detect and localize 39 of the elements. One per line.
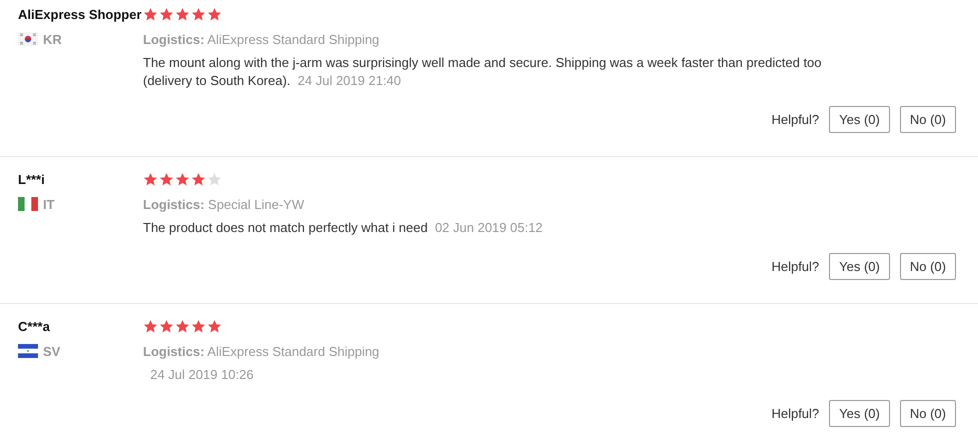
star-icon — [159, 319, 174, 334]
star-icon — [191, 172, 206, 187]
star-icon — [207, 172, 222, 187]
star-icon — [175, 172, 190, 187]
helpful-label: Helpful? — [771, 406, 820, 421]
star-icon — [207, 7, 222, 22]
star-icon — [191, 319, 206, 334]
flag-icon — [18, 197, 38, 211]
country-code: IT — [43, 196, 55, 212]
star-icon — [159, 7, 174, 22]
star-icon — [143, 172, 158, 187]
country-code: SV — [43, 344, 60, 358]
star-icon — [143, 7, 158, 22]
review-text: The mount along with the j-arm was surprisingly well made and secure. Shipping was a week faster than predicted too (delivery to South Korea). 24 Jul 2019 21:40 — [143, 54, 823, 90]
star-icon — [207, 319, 222, 334]
no-button[interactable]: No (0) — [900, 400, 956, 427]
no-button[interactable]: No (0) — [900, 106, 956, 133]
yes-button[interactable]: Yes (0) — [829, 400, 890, 427]
reviewer-name: L***i — [18, 172, 46, 187]
logistics-info: Logistics: Special Line-YW — [143, 196, 304, 212]
star-icon — [191, 7, 206, 22]
flag-icon — [18, 32, 38, 46]
logistics-info: Logistics: AliExpress Standard Shipping — [143, 344, 380, 358]
reviewer-name: AliExpress Shopper — [18, 7, 143, 22]
star-icon — [175, 319, 190, 334]
no-button[interactable]: No (0) — [900, 253, 956, 280]
logistics-info: Logistics: AliExpress Standard Shipping — [143, 32, 380, 46]
helpful-label: Helpful? — [771, 259, 820, 274]
star-icon — [159, 172, 174, 187]
yes-button[interactable]: Yes (0) — [829, 106, 890, 133]
star-icon — [143, 319, 158, 334]
yes-button[interactable]: Yes (0) — [829, 253, 890, 280]
helpful-label: Helpful? — [771, 112, 820, 127]
country-code: KR — [43, 32, 62, 46]
review-text: The product does not match perfectly what i need 02 Jun 2019 05:12 — [143, 219, 544, 237]
reviewer-name: C***a — [18, 319, 51, 334]
flag-icon — [18, 344, 38, 358]
star-icon — [175, 7, 190, 22]
review-text: 24 Jul 2019 10:26 — [149, 366, 255, 384]
